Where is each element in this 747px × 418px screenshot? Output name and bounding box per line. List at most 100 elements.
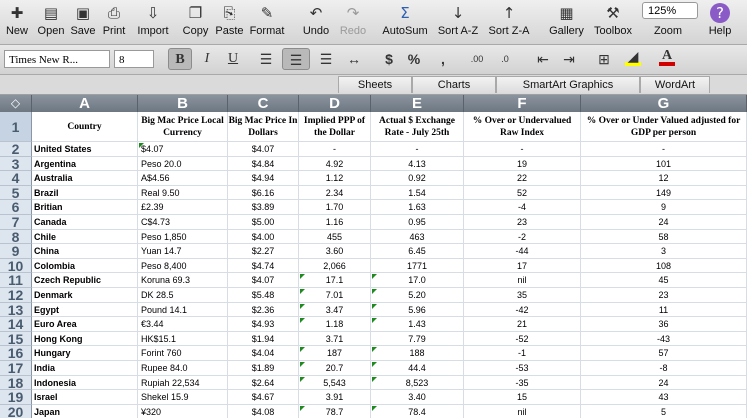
- toolbar-save-button[interactable]: ▣ Save: [68, 0, 98, 44]
- table-cell[interactable]: 1.12: [299, 171, 371, 186]
- table-cell[interactable]: -35: [464, 375, 581, 391]
- table-cell[interactable]: $5.48: [228, 288, 299, 303]
- header-cell[interactable]: Big Mac Price In Dollars: [228, 112, 299, 142]
- toolbar-autosum-button[interactable]: Σ AutoSum: [380, 0, 430, 44]
- toolbar-copy-button[interactable]: ❐ Copy: [178, 0, 213, 44]
- table-cell[interactable]: -42: [464, 302, 581, 318]
- row-header[interactable]: 19: [0, 390, 32, 405]
- table-cell[interactable]: Canada: [32, 215, 138, 230]
- row-header[interactable]: 14: [0, 317, 32, 332]
- borders-icon[interactable]: ⊞: [592, 48, 616, 70]
- table-cell[interactable]: $4.00: [228, 229, 299, 245]
- table-cell[interactable]: €3.44: [138, 317, 228, 332]
- column-header-e[interactable]: E: [371, 95, 464, 112]
- table-cell[interactable]: 1771: [371, 258, 464, 274]
- table-cell[interactable]: $2.36: [228, 302, 299, 318]
- row-header[interactable]: 18: [0, 375, 32, 391]
- toolbar-sort-z-a-button[interactable]: ↑ Sort Z-A: [483, 0, 535, 44]
- table-cell[interactable]: -: [299, 142, 371, 157]
- table-cell[interactable]: $5.00: [228, 215, 299, 230]
- table-cell[interactable]: $4.07: [228, 142, 299, 157]
- toolbar-format-button[interactable]: ✎ Format: [246, 0, 288, 44]
- table-cell[interactable]: Japan: [32, 404, 138, 418]
- table-cell[interactable]: -: [581, 142, 747, 157]
- table-cell[interactable]: DK 28.5: [138, 288, 228, 303]
- table-cell[interactable]: 4.13: [371, 156, 464, 172]
- table-cell[interactable]: 9: [581, 200, 747, 215]
- table-cell[interactable]: 188: [371, 346, 464, 361]
- bold-button[interactable]: B: [168, 48, 192, 70]
- table-cell[interactable]: 24: [581, 215, 747, 230]
- header-cell[interactable]: % Over or Undervalued Raw Index: [464, 112, 581, 142]
- table-cell[interactable]: Brazil: [32, 185, 138, 201]
- toolbar-sort-a-z-button[interactable]: ↓ Sort A-Z: [434, 0, 482, 44]
- table-cell[interactable]: 0.92: [371, 171, 464, 186]
- table-cell[interactable]: 23: [581, 288, 747, 303]
- table-cell[interactable]: 463: [371, 229, 464, 245]
- row-header[interactable]: 3: [0, 156, 32, 172]
- italic-button[interactable]: I: [196, 48, 218, 70]
- table-cell[interactable]: 36: [581, 317, 747, 332]
- toolbar-redo-button[interactable]: ↷ Redo: [338, 0, 368, 44]
- table-cell[interactable]: 5.96: [371, 302, 464, 318]
- table-cell[interactable]: $2.27: [228, 244, 299, 259]
- table-cell[interactable]: 21: [464, 317, 581, 332]
- align-left-icon[interactable]: ☰: [254, 48, 278, 70]
- toolbar-toolbox-button[interactable]: ⚒ Toolbox: [588, 0, 638, 44]
- table-cell[interactable]: 2,066: [299, 258, 371, 274]
- table-cell[interactable]: 22: [464, 171, 581, 186]
- table-cell[interactable]: Egypt: [32, 302, 138, 318]
- table-cell[interactable]: -: [371, 142, 464, 157]
- table-cell[interactable]: nil: [464, 273, 581, 288]
- indent-increase-icon[interactable]: ⇥: [558, 48, 580, 70]
- table-cell[interactable]: 35: [464, 288, 581, 303]
- table-cell[interactable]: 17: [464, 258, 581, 274]
- table-cell[interactable]: Real 9.50: [138, 185, 228, 201]
- row-header[interactable]: 1: [0, 112, 32, 142]
- table-cell[interactable]: China: [32, 244, 138, 259]
- table-cell[interactable]: 58: [581, 229, 747, 245]
- table-cell[interactable]: 57: [581, 346, 747, 361]
- header-cell[interactable]: Big Mac Price Local Currency: [138, 112, 228, 142]
- table-cell[interactable]: 45: [581, 273, 747, 288]
- table-cell[interactable]: A$4.56: [138, 171, 228, 186]
- row-header[interactable]: 4: [0, 171, 32, 186]
- table-cell[interactable]: Argentina: [32, 156, 138, 172]
- table-cell[interactable]: 1.43: [371, 317, 464, 332]
- table-cell[interactable]: £2.39: [138, 200, 228, 215]
- table-cell[interactable]: -43: [581, 331, 747, 347]
- table-cell[interactable]: $1.89: [228, 361, 299, 376]
- table-cell[interactable]: 15: [464, 390, 581, 405]
- table-cell[interactable]: 1.16: [299, 215, 371, 230]
- table-cell[interactable]: 3.47: [299, 302, 371, 318]
- table-cell[interactable]: Peso 1,850: [138, 229, 228, 245]
- column-header-g[interactable]: G: [581, 95, 747, 112]
- table-cell[interactable]: Britian: [32, 200, 138, 215]
- font-color-icon[interactable]: A: [656, 48, 678, 70]
- font-size-select[interactable]: 8: [114, 50, 154, 68]
- table-cell[interactable]: $4.67: [228, 390, 299, 405]
- table-cell[interactable]: $3.89: [228, 200, 299, 215]
- ribbon-tab-charts[interactable]: Charts: [412, 76, 496, 93]
- toolbar-new-button[interactable]: ✚ New: [0, 0, 34, 44]
- table-cell[interactable]: 7.79: [371, 331, 464, 347]
- table-cell[interactable]: $4.07: [138, 142, 228, 157]
- table-cell[interactable]: 20.7: [299, 361, 371, 376]
- table-cell[interactable]: -8: [581, 361, 747, 376]
- table-cell[interactable]: 1.54: [371, 185, 464, 201]
- currency-button[interactable]: $: [380, 48, 398, 70]
- ribbon-tab-smartart-graphics[interactable]: SmartArt Graphics: [496, 76, 640, 93]
- column-header-b[interactable]: B: [138, 95, 228, 112]
- table-cell[interactable]: -53: [464, 361, 581, 376]
- table-cell[interactable]: ¥320: [138, 404, 228, 418]
- column-header-d[interactable]: D: [299, 95, 371, 112]
- table-cell[interactable]: $4.07: [228, 273, 299, 288]
- table-cell[interactable]: 23: [464, 215, 581, 230]
- table-cell[interactable]: Colombia: [32, 258, 138, 274]
- row-header[interactable]: 6: [0, 200, 32, 215]
- row-header[interactable]: 13: [0, 302, 32, 318]
- table-cell[interactable]: 4.92: [299, 156, 371, 172]
- table-cell[interactable]: 0.95: [371, 215, 464, 230]
- table-cell[interactable]: 11: [581, 302, 747, 318]
- table-cell[interactable]: 8,523: [371, 375, 464, 391]
